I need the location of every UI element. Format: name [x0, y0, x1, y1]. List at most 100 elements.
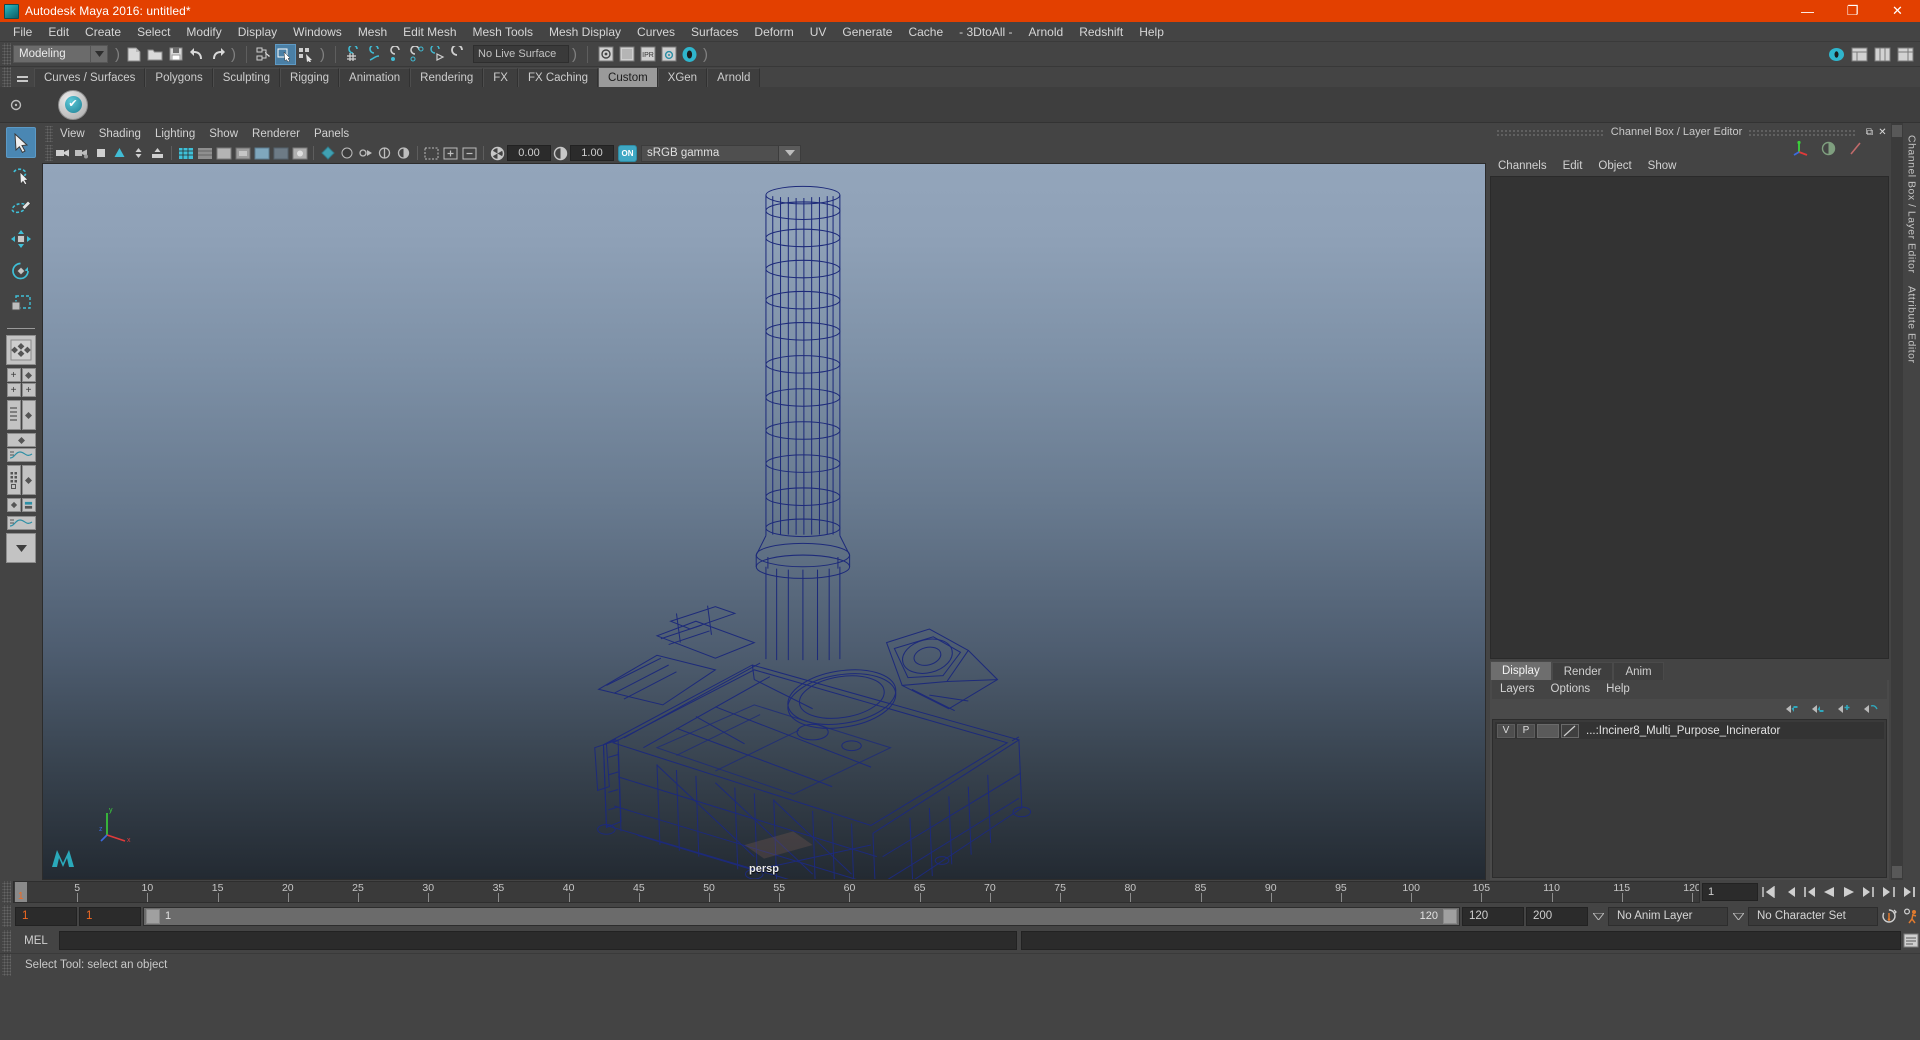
- time-slider[interactable]: 1 5 10 15 20 25 30 35 40 45 50 55 60 65 70 75 80 85 90 95 1…: [13, 881, 1700, 903]
- menu-redshift[interactable]: Redshift: [1071, 22, 1131, 42]
- layer-menu-help[interactable]: Help: [1598, 680, 1638, 699]
- script-editor-icon[interactable]: [1901, 931, 1920, 950]
- layer-menu-options[interactable]: Options: [1543, 680, 1599, 699]
- current-frame-field[interactable]: 1: [1702, 883, 1758, 901]
- menu-surfaces[interactable]: Surfaces: [683, 22, 746, 42]
- new-layer-icon[interactable]: [1837, 703, 1853, 715]
- isolate-remove-icon[interactable]: [460, 144, 479, 162]
- open-scene-icon[interactable]: [144, 44, 165, 65]
- menu-set-selector[interactable]: Modeling: [13, 45, 108, 63]
- hypershade-icon[interactable]: [679, 44, 700, 65]
- show-hide-sidebar-icon[interactable]: [1826, 44, 1847, 65]
- layer-color-swatch[interactable]: [1537, 723, 1559, 738]
- render-view-icon[interactable]: [595, 44, 616, 65]
- half-circle-icon[interactable]: [1821, 141, 1836, 156]
- four-view-quad-c[interactable]: +: [6, 383, 21, 397]
- menu-select[interactable]: Select: [129, 22, 178, 42]
- range-start-field[interactable]: 1: [79, 906, 141, 926]
- lasso-select-tool[interactable]: [6, 159, 36, 190]
- snap-to-view-plane-icon[interactable]: [427, 44, 448, 65]
- float-panel-icon[interactable]: ⧉: [1863, 126, 1876, 139]
- menu-deform[interactable]: Deform: [746, 22, 801, 42]
- range-slider-grip[interactable]: [2, 905, 11, 927]
- layer-name[interactable]: ...:Inciner8_Multi_Purpose_Incinerator: [1586, 725, 1780, 737]
- render-settings-icon[interactable]: [658, 44, 679, 65]
- viewport-menu-view[interactable]: View: [53, 125, 92, 143]
- color-profile-value[interactable]: sRGB gamma: [641, 144, 779, 162]
- new-layer-from-selected-icon[interactable]: [1863, 703, 1879, 715]
- command-response-field[interactable]: [1021, 931, 1901, 950]
- exposure-icon[interactable]: [488, 144, 507, 162]
- tool-settings-icon[interactable]: [1872, 44, 1893, 65]
- shelf-grip[interactable]: [2, 67, 11, 87]
- hypershade-pane-icon[interactable]: [6, 465, 21, 495]
- toolbar-grip[interactable]: [2, 43, 11, 65]
- shelf-tab-sculpting[interactable]: Sculpting: [212, 68, 281, 87]
- shelf-tab-curves-surfaces[interactable]: Curves / Surfaces: [34, 68, 146, 87]
- select-tool[interactable]: [6, 127, 36, 158]
- shelf-tab-fx[interactable]: FX: [483, 68, 518, 87]
- range-slider-fill[interactable]: 1 120: [144, 907, 1459, 925]
- ao-icon[interactable]: [290, 144, 309, 162]
- rotate-tool[interactable]: [6, 255, 36, 286]
- step-forward-frame-icon[interactable]: [1879, 883, 1898, 902]
- menu-cache[interactable]: Cache: [900, 22, 951, 42]
- layer-tab-display[interactable]: Display: [1490, 661, 1552, 680]
- step-forward-key-icon[interactable]: [1859, 883, 1878, 902]
- step-back-key-icon[interactable]: [1799, 883, 1818, 902]
- exposure-field[interactable]: 0.00: [507, 145, 551, 161]
- chevron-down-icon-2[interactable]: [1730, 907, 1746, 925]
- animation-start-field[interactable]: 1: [15, 906, 77, 926]
- menu-edit-mesh[interactable]: Edit Mesh: [395, 22, 464, 42]
- outliner-pane-icon[interactable]: [6, 400, 21, 430]
- custom-shelf-check-icon[interactable]: ✔: [58, 89, 88, 120]
- shelf-tab-polygons[interactable]: Polygons: [145, 68, 213, 87]
- layer-visibility-toggle[interactable]: V: [1497, 723, 1515, 738]
- layer-display-type-icon[interactable]: [1561, 723, 1579, 738]
- go-to-start-icon[interactable]: [1759, 883, 1778, 902]
- menu-3dtoall[interactable]: - 3DtoAll -: [951, 22, 1020, 42]
- snap-to-projected-center-icon[interactable]: [406, 44, 427, 65]
- menu-uv[interactable]: UV: [802, 22, 835, 42]
- menu-arnold[interactable]: Arnold: [1021, 22, 1072, 42]
- layer-playback-toggle[interactable]: P: [1517, 723, 1535, 738]
- wireframe-shading-icon[interactable]: [176, 144, 195, 162]
- auto-keyframe-icon[interactable]: [1880, 907, 1899, 926]
- persp-graph-layout[interactable]: [6, 433, 36, 465]
- layer-tab-render[interactable]: Render: [1551, 662, 1614, 680]
- save-scene-icon[interactable]: [165, 44, 186, 65]
- anim-layer-field[interactable]: No Anim Layer: [1608, 906, 1728, 926]
- chevron-down-icon[interactable]: [91, 45, 108, 63]
- close-panel-icon[interactable]: ✕: [1876, 126, 1889, 139]
- redo-icon[interactable]: [207, 44, 228, 65]
- menu-curves[interactable]: Curves: [629, 22, 683, 42]
- more-layouts[interactable]: [6, 533, 36, 563]
- 3d-viewport[interactable]: y x z persp: [42, 163, 1486, 880]
- help-line-grip[interactable]: [2, 953, 11, 976]
- minimize-button[interactable]: —: [1785, 0, 1830, 22]
- grid-toggle-icon[interactable]: [148, 144, 167, 162]
- chevron-down-icon[interactable]: [779, 144, 801, 162]
- command-line-grip[interactable]: [2, 929, 11, 952]
- menu-mesh[interactable]: Mesh: [350, 22, 395, 42]
- gamma-icon[interactable]: [551, 144, 570, 162]
- viewport-toolbar-grip[interactable]: [45, 145, 53, 161]
- channel-box-icon[interactable]: [1895, 44, 1916, 65]
- layer-menu-layers[interactable]: Layers: [1492, 680, 1543, 699]
- range-end-handle[interactable]: [1443, 908, 1457, 924]
- script-language-label[interactable]: MEL: [13, 935, 59, 947]
- viewport-menu-shading[interactable]: Shading: [92, 125, 148, 143]
- range-slider[interactable]: 1 120: [143, 906, 1460, 926]
- snap-to-point-icon[interactable]: [385, 44, 406, 65]
- bookmark-icon[interactable]: [91, 144, 110, 162]
- channel-menu-show[interactable]: Show: [1640, 157, 1685, 176]
- shelf-tab-arnold[interactable]: Arnold: [707, 68, 761, 87]
- channel-menu-object[interactable]: Object: [1590, 157, 1639, 176]
- isolate-add-icon[interactable]: [441, 144, 460, 162]
- maximize-button[interactable]: ❐: [1830, 0, 1875, 22]
- close-button[interactable]: ✕: [1875, 0, 1920, 22]
- persp-small-pane-icon[interactable]: [6, 498, 21, 512]
- move-layer-down-icon[interactable]: [1811, 703, 1827, 715]
- new-scene-icon[interactable]: [123, 44, 144, 65]
- textured-icon[interactable]: [233, 144, 252, 162]
